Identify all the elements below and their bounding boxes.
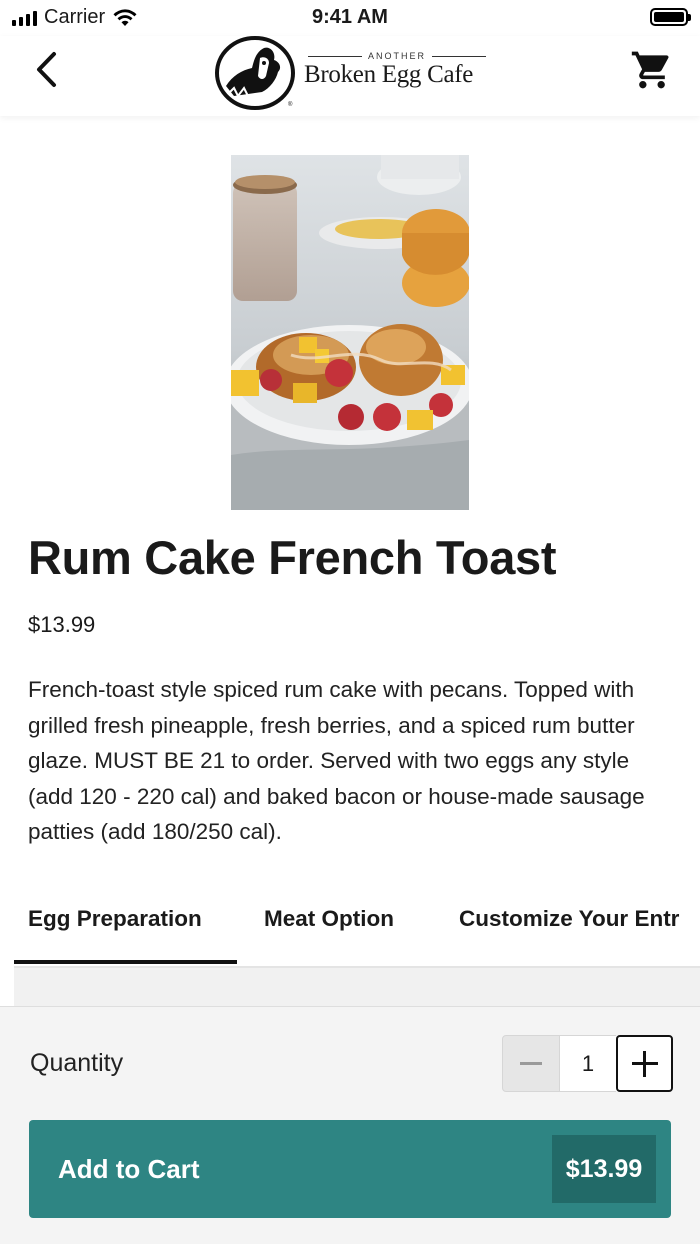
add-to-cart-label: Add to Cart	[58, 1154, 200, 1184]
svg-text:®: ®	[288, 101, 293, 108]
logo-tagline: ANOTHER	[308, 51, 487, 61]
option-tabs: Egg Preparation Meat Option Customize Yo…	[0, 880, 700, 968]
battery-icon	[650, 8, 691, 26]
minus-icon	[520, 1062, 542, 1065]
quantity-label: Quantity	[30, 1049, 124, 1077]
add-to-cart-button[interactable]: Add to Cart $13.99	[29, 1120, 671, 1218]
status-bar: Carrier 9:41 AM	[0, 0, 700, 36]
decrease-quantity-button[interactable]	[502, 1035, 560, 1092]
tab-customize-entree[interactable]: Customize Your Entr	[459, 906, 679, 932]
product-price: $13.99	[28, 612, 96, 637]
tab-meat-option[interactable]: Meat Option	[264, 906, 394, 932]
status-time: 9:41 AM	[312, 6, 388, 28]
product-description: French-toast style spiced rum cake with …	[28, 677, 645, 844]
product-title: Rum Cake French Toast	[28, 531, 557, 584]
bottom-cart-panel: Quantity 1 Add to Cart $13.99	[0, 1006, 700, 1244]
cart-button[interactable]	[630, 48, 674, 92]
tab-egg-preparation[interactable]: Egg Preparation	[28, 906, 202, 932]
rooster-logo-icon: ®	[215, 36, 295, 110]
shopping-cart-icon	[631, 51, 669, 89]
quantity-value[interactable]: 1	[560, 1035, 616, 1092]
logo-name: Broken Egg Cafe	[304, 61, 474, 88]
chevron-left-icon	[37, 52, 56, 87]
nav-bar: ® ANOTHER Broken Egg Cafe	[0, 36, 700, 116]
tab-content	[14, 968, 700, 1008]
increase-quantity-button[interactable]	[616, 1035, 673, 1092]
active-tab-indicator	[14, 960, 237, 964]
cart-total-price: $13.99	[552, 1135, 656, 1203]
back-button[interactable]	[30, 50, 66, 90]
brand-logo: ® ANOTHER Broken Egg Cafe	[214, 36, 494, 112]
product-image	[231, 155, 469, 510]
quantity-stepper: 1	[502, 1035, 673, 1092]
